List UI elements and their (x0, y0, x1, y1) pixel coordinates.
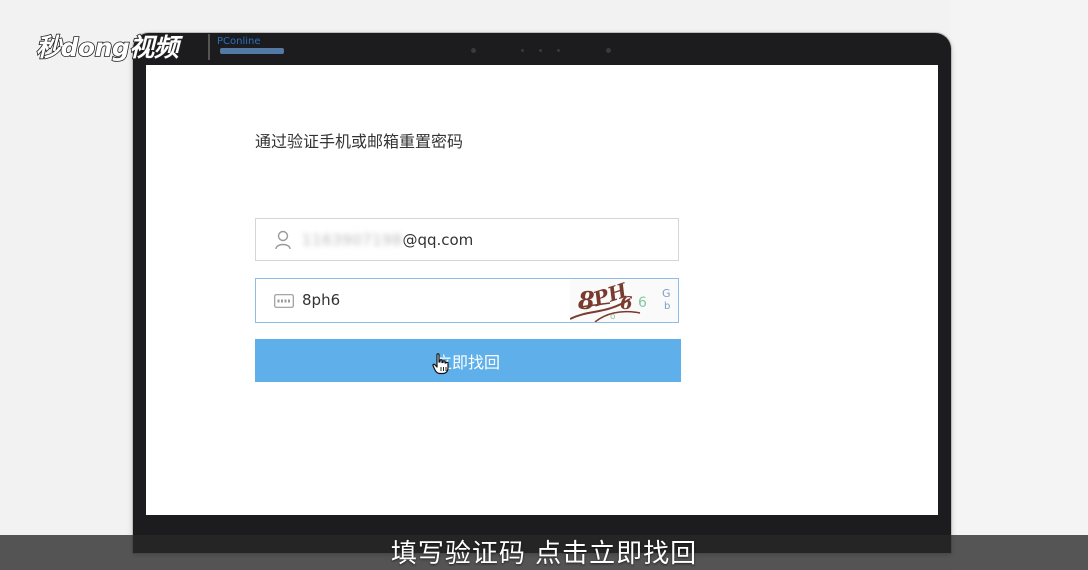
hand-cursor-icon (432, 353, 450, 379)
account-field[interactable]: 1163907198@qq.com (255, 218, 679, 261)
bezel-dot (539, 49, 542, 52)
page-title: 通过验证手机或邮箱重置密码 (255, 132, 464, 151)
account-value: 1163907198@qq.com (302, 231, 473, 249)
watermark-logo: 秒dong视频 (35, 32, 179, 63)
laptop-frame: 通过验证手机或邮箱重置密码 1163907198@qq.com 8ph6 8 P… (133, 33, 951, 553)
logo-divider (208, 34, 210, 60)
svg-text:G: G (662, 287, 671, 300)
recover-submit-button[interactable]: 立即找回 (255, 339, 681, 382)
partner-logo: PConline (217, 36, 261, 47)
account-domain: @qq.com (402, 231, 474, 249)
bezel-dot (557, 49, 560, 52)
svg-text:b: b (664, 301, 670, 312)
captcha-image[interactable]: 8 PH 6 6 G b o (570, 279, 678, 322)
bezel-dot (521, 49, 524, 52)
captcha-input-value: 8ph6 (302, 291, 341, 309)
svg-text:o: o (610, 312, 616, 322)
video-caption: 填写验证码 点击立即找回 (390, 539, 698, 569)
bezel-dot (471, 48, 476, 53)
partner-logo-subtitle (220, 48, 284, 54)
background-right (950, 0, 1088, 570)
browser-screen: 通过验证手机或邮箱重置密码 1163907198@qq.com 8ph6 8 P… (146, 65, 938, 515)
captcha-icon (274, 293, 294, 312)
svg-text:6: 6 (620, 293, 633, 314)
captcha-field[interactable]: 8ph6 8 PH 6 6 G b o (255, 278, 679, 323)
blurred-account: 1163907198 (302, 231, 403, 249)
user-icon (274, 230, 292, 254)
svg-text:6: 6 (638, 295, 647, 311)
bezel-dot (606, 48, 611, 53)
